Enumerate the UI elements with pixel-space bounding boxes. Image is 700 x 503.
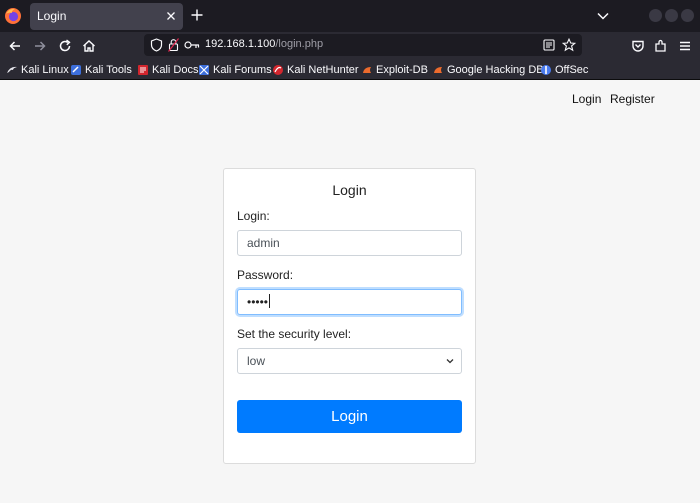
bookmark-offsec[interactable]: OffSec [540, 62, 588, 77]
chevron-down-icon [446, 359, 454, 364]
login-button[interactable]: Login [237, 400, 462, 433]
ghdb-icon [434, 66, 442, 73]
bookmarks-toolbar: Kali Linux Kali Tools Kali Docs Kali For… [0, 59, 700, 80]
menu-icon[interactable] [677, 38, 693, 54]
minimize-button[interactable] [649, 9, 662, 22]
key-permissions-icon[interactable] [184, 40, 200, 50]
bookmark-kali-docs[interactable]: Kali Docs [137, 62, 198, 77]
shield-icon[interactable] [150, 38, 163, 52]
bookmark-kali-tools[interactable]: Kali Tools [70, 62, 132, 77]
close-window-button[interactable] [681, 9, 694, 22]
nav-register-link[interactable]: Register [610, 92, 655, 106]
bookmark-label: Google Hacking DB [447, 63, 544, 76]
maximize-button[interactable] [665, 9, 678, 22]
login-input-value: admin [247, 236, 280, 250]
kali-dragon-icon [7, 66, 17, 73]
back-arrow-icon[interactable] [7, 38, 23, 54]
insecure-lock-icon[interactable] [168, 38, 179, 52]
bookmark-label: Kali Linux [21, 63, 69, 76]
url-host: 192.168.1.100 [205, 38, 276, 50]
reload-icon[interactable] [57, 38, 73, 54]
login-card: Login Login: admin Password: ••••• Set t… [223, 168, 476, 464]
bookmark-kali-linux[interactable]: Kali Linux [6, 62, 69, 77]
kali-nethunter-icon [273, 64, 283, 75]
security-level-label: Set the security level: [237, 327, 352, 341]
text-caret [269, 294, 271, 308]
password-input[interactable]: ••••• [237, 289, 462, 315]
kali-tools-icon [71, 64, 81, 75]
extensions-icon[interactable] [653, 38, 669, 54]
password-label: Password: [237, 268, 294, 282]
nav-login-link[interactable]: Login [572, 92, 601, 106]
bookmark-label: Kali Docs [152, 63, 199, 76]
firefox-icon[interactable] [4, 7, 22, 25]
forward-arrow-icon[interactable] [32, 38, 48, 54]
close-icon[interactable] [165, 10, 177, 22]
bookmark-kali-nethunter[interactable]: Kali NetHunter [272, 62, 359, 77]
bookmark-label: OffSec [555, 63, 589, 76]
login-label: Login: [237, 209, 270, 223]
login-input[interactable]: admin [237, 230, 462, 256]
tab-bar: Login [0, 0, 700, 32]
kali-docs-icon [138, 64, 148, 75]
home-icon[interactable] [81, 38, 97, 54]
bookmark-label: Exploit-DB [376, 63, 428, 76]
reader-view-icon[interactable] [543, 39, 555, 51]
bookmark-label: Kali Forums [213, 63, 272, 76]
security-level-value: low [247, 354, 266, 368]
page-title: Login [332, 182, 367, 198]
tab-title: Login [37, 9, 67, 23]
bookmark-label: Kali NetHunter [287, 63, 359, 76]
password-input-value: ••••• [247, 295, 269, 309]
new-tab-plus-icon[interactable] [190, 8, 204, 22]
tab-login[interactable]: Login [30, 3, 183, 30]
bookmark-label: Kali Tools [85, 63, 132, 76]
pocket-icon[interactable] [630, 38, 646, 54]
offsec-icon [541, 64, 551, 75]
kali-forums-icon [199, 64, 209, 75]
bookmark-exploit-db[interactable]: Exploit-DB [361, 62, 428, 77]
url-path: /login.php [275, 38, 324, 50]
url-text[interactable]: 192.168.1.100/login.php [205, 38, 323, 50]
address-bar[interactable]: 192.168.1.100/login.php [144, 34, 582, 56]
bookmark-google-hacking-db[interactable]: Google Hacking DB [432, 62, 544, 77]
bookmark-star-icon[interactable] [562, 38, 576, 52]
exploit-db-icon [363, 66, 371, 73]
chevron-down-icon[interactable] [596, 10, 610, 22]
security-level-select[interactable]: low [237, 348, 462, 374]
bookmark-kali-forums[interactable]: Kali Forums [198, 62, 272, 77]
